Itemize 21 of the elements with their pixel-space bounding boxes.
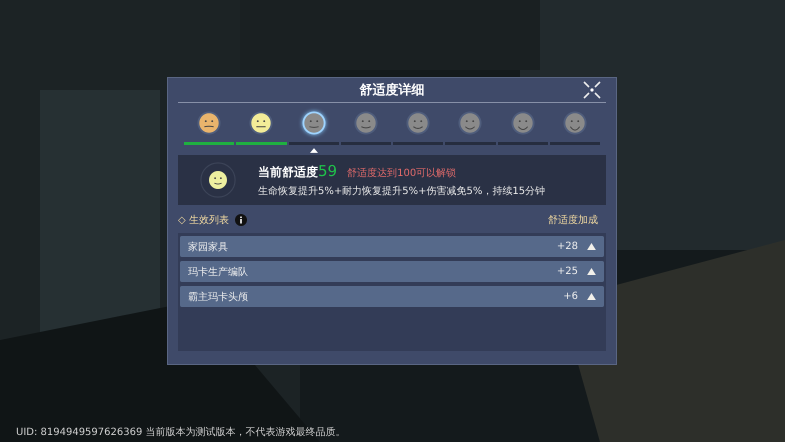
comfort-label: 当前舒适度: [258, 164, 318, 181]
pointer-icon: [310, 148, 318, 153]
up-arrow-icon: [587, 268, 596, 275]
close-icon[interactable]: [582, 80, 602, 100]
dialog-title: 舒适度详细: [360, 82, 424, 99]
up-arrow-icon: [587, 243, 596, 250]
footer-text: UID: 8194949597626369 当前版本为测试版本，不代表游戏最终品质。: [16, 426, 346, 439]
face-icon: [200, 162, 236, 198]
effect-bonus: +6: [563, 291, 578, 302]
info-icon[interactable]: [234, 214, 247, 226]
unlock-hint: 舒适度达到100可以解锁: [347, 166, 456, 180]
up-arrow-icon: [587, 293, 596, 300]
effect-name: 家园家具: [188, 240, 228, 254]
effect-name: 玛卡生产编队: [188, 266, 248, 278]
list-title: ◇ 生效列表: [178, 214, 229, 227]
effect-bonus: +28: [556, 241, 578, 252]
effect-bonus: +25: [556, 266, 578, 277]
comfort-value: 59: [318, 162, 338, 180]
effect-name: 霸主玛卡头颅: [188, 290, 248, 304]
effect-text: 生命恢复提升5%+耐力恢复提升5%+伤害减免5%，持续15分钟: [258, 184, 546, 198]
column-header: 舒适度加成: [548, 214, 598, 227]
